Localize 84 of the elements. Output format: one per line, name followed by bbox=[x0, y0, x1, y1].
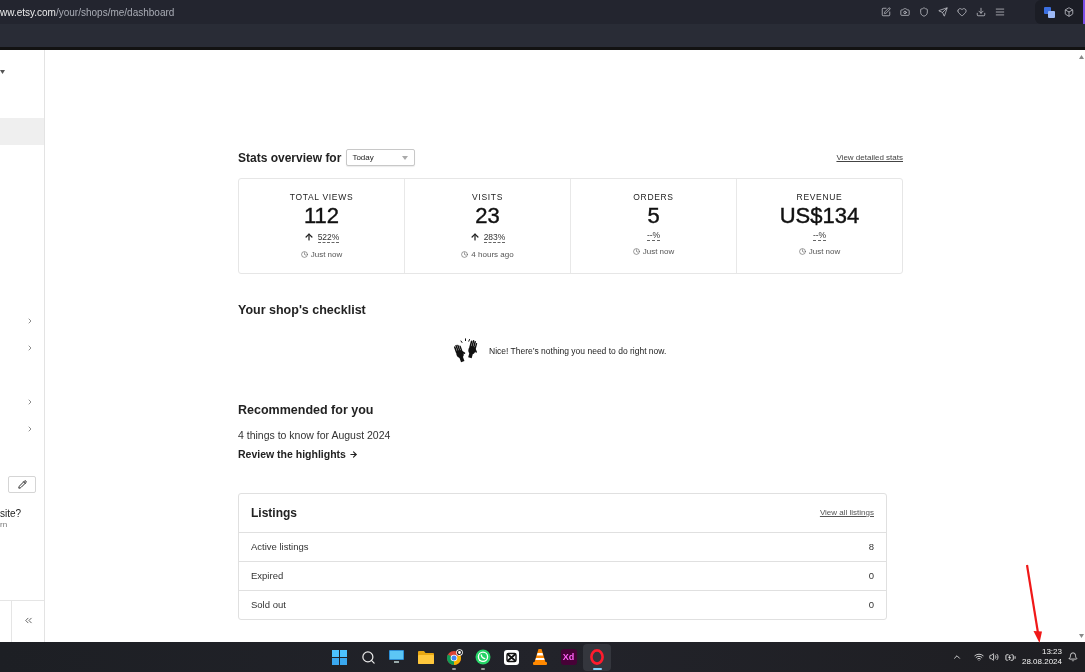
menu-icon[interactable] bbox=[995, 7, 1005, 17]
change-percent: 283% bbox=[483, 231, 506, 243]
recommended-heading: Recommended for you bbox=[238, 402, 374, 419]
sidebar-note: rn bbox=[0, 520, 9, 530]
clock-icon bbox=[461, 251, 469, 258]
xd-app-icon: Xd bbox=[560, 649, 577, 665]
notification-bell-icon[interactable] bbox=[1068, 652, 1078, 662]
windows-start-icon bbox=[332, 649, 348, 665]
taskbar-app-button[interactable]: Xd bbox=[554, 643, 583, 671]
checklist-heading: Your shop's checklist bbox=[238, 302, 366, 319]
translate-icon[interactable] bbox=[1044, 6, 1055, 18]
speaker-icon[interactable] bbox=[988, 652, 999, 662]
listings-heading: Listings bbox=[251, 505, 297, 522]
cube-icon[interactable] bbox=[1064, 7, 1074, 17]
shield-icon[interactable] bbox=[919, 7, 929, 17]
metric-label: REVENUE bbox=[796, 191, 843, 203]
metric-label: ORDERS bbox=[633, 191, 674, 203]
checklist-message: Nice! There’s nothing you need to do right now. bbox=[489, 345, 667, 358]
wifi-icon[interactable] bbox=[973, 652, 984, 662]
recommended-text: 4 things to know for August 2024 bbox=[238, 428, 391, 443]
url-path: /your/shops/me/dashboard bbox=[55, 5, 175, 20]
updated-time: 4 hours ago bbox=[471, 249, 514, 260]
clock-icon bbox=[300, 251, 308, 258]
scroll-up-arrow-icon[interactable] bbox=[1078, 55, 1084, 59]
monitor-icon bbox=[389, 650, 405, 664]
listing-row-count: 8 bbox=[868, 539, 874, 554]
edge-accent-bar bbox=[1083, 0, 1085, 24]
change-percent: --% bbox=[812, 230, 827, 241]
metric-value: US$134 bbox=[779, 203, 860, 229]
url-host: ww.etsy.com bbox=[0, 5, 56, 20]
chevron-right-icon[interactable] bbox=[26, 397, 34, 406]
download-icon[interactable] bbox=[976, 7, 986, 17]
battery-icon[interactable] bbox=[1004, 651, 1016, 663]
change-percent: --% bbox=[646, 230, 661, 241]
chevron-right-icon[interactable] bbox=[26, 424, 34, 433]
clock-date[interactable]: 28.08.2024 bbox=[1021, 657, 1062, 667]
camera-icon[interactable] bbox=[900, 7, 910, 17]
updated-time: Just now bbox=[808, 246, 841, 257]
metric-value: 112 bbox=[303, 203, 340, 229]
view-detailed-stats-link[interactable]: View detailed stats bbox=[836, 151, 903, 164]
clock-time[interactable]: 13:23 bbox=[1041, 647, 1062, 657]
stats-heading: Stats overview for bbox=[238, 149, 342, 167]
pencil-icon bbox=[17, 480, 27, 489]
sidebar-question: site? bbox=[0, 508, 23, 520]
updated-time: Just now bbox=[310, 249, 343, 260]
edit-button[interactable] bbox=[8, 476, 36, 493]
search-icon bbox=[360, 649, 376, 665]
metric-value: 5 bbox=[647, 203, 660, 229]
send-icon[interactable] bbox=[938, 7, 948, 17]
clock-icon bbox=[632, 248, 640, 255]
metric-label: TOTAL VIEWS bbox=[289, 191, 354, 203]
chevrons-left-icon bbox=[22, 615, 34, 626]
chat-bubble-icon bbox=[474, 649, 491, 665]
heart-icon[interactable] bbox=[957, 7, 967, 17]
crossed-square-app-icon bbox=[503, 649, 519, 665]
updated-time: Just now bbox=[642, 246, 675, 257]
caret-down-icon bbox=[402, 155, 409, 160]
scroll-down-arrow-icon[interactable] bbox=[1078, 634, 1084, 638]
clock-icon bbox=[798, 248, 806, 255]
listing-row-count: 0 bbox=[868, 568, 874, 583]
metric-value: 23 bbox=[475, 203, 500, 229]
traffic-cone-icon bbox=[532, 649, 547, 665]
arrow-right-icon bbox=[348, 449, 358, 459]
listing-row-label: Sold out bbox=[251, 597, 286, 612]
listing-row-label: Expired bbox=[251, 568, 284, 583]
arrow-up-icon bbox=[303, 232, 314, 242]
caret-down-icon[interactable] bbox=[0, 70, 5, 74]
edit-icon[interactable] bbox=[881, 7, 891, 17]
view-all-listings-link[interactable]: View all listings bbox=[819, 507, 874, 519]
chevron-right-icon[interactable] bbox=[26, 316, 34, 325]
listing-row-label: Active listings bbox=[251, 539, 309, 554]
arrow-up-icon bbox=[469, 232, 480, 242]
listing-row-count: 0 bbox=[868, 597, 874, 612]
folder-icon bbox=[417, 650, 434, 664]
taskbar-app-button[interactable] bbox=[583, 643, 611, 671]
raised-hands-icon bbox=[452, 338, 480, 365]
metric-label: VISITS bbox=[472, 191, 503, 203]
chevron-up-icon[interactable] bbox=[951, 652, 962, 662]
ring-logo-icon bbox=[590, 649, 605, 665]
chevron-right-icon[interactable] bbox=[26, 343, 34, 352]
change-percent: 522% bbox=[317, 231, 340, 243]
chrome-browser-icon bbox=[445, 648, 463, 666]
review-highlights-link[interactable]: Review the highlights bbox=[238, 446, 358, 462]
period-dropdown[interactable]: Today bbox=[346, 149, 416, 166]
